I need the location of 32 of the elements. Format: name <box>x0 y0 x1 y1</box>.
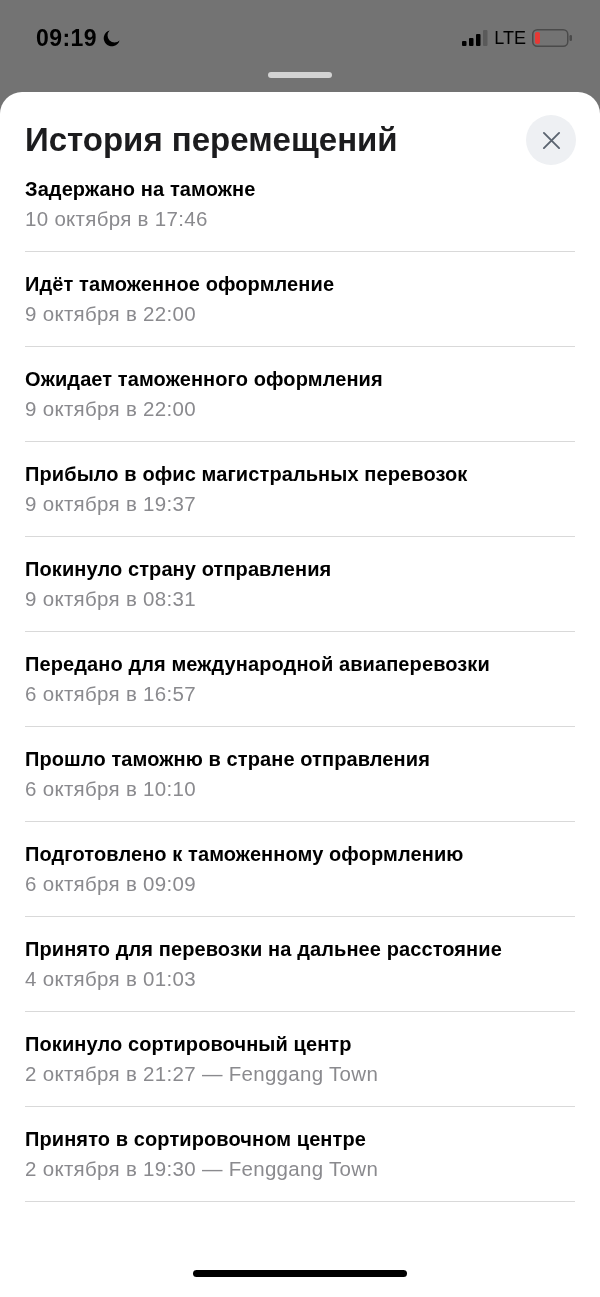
sheet-grabber[interactable] <box>268 72 332 78</box>
event-title: Прибыло в офис магистральных перевозок <box>25 462 469 486</box>
event-date: 6 октября в 16:57 <box>25 681 197 707</box>
event-title: Покинуло страну отправления <box>25 557 333 581</box>
close-icon <box>541 130 561 150</box>
event-date: 6 октября в 10:10 <box>25 776 197 802</box>
signal-icon <box>462 30 489 46</box>
event-date: 9 октября в 19:37 <box>25 491 197 517</box>
event-title: Подготовлено к таможенному оформлению <box>25 842 465 866</box>
moon-icon <box>101 28 121 48</box>
home-indicator[interactable] <box>193 1270 407 1277</box>
event-title: Прошло таможню в стране отправления <box>25 747 431 771</box>
battery-icon <box>532 29 572 47</box>
event-title: Идёт таможенное оформление <box>25 272 336 296</box>
network-label: LTE <box>494 27 526 49</box>
event-title: Принято для перевозки на дальнее расстояние <box>25 937 503 961</box>
close-button[interactable] <box>526 115 576 165</box>
event-date: 6 октября в 09:09 <box>25 871 197 897</box>
event-date: 10 октября в 17:46 <box>25 206 209 232</box>
event-date: 2 октября в 21:27 — Fenggang Town <box>25 1061 380 1087</box>
event-title: Принято в сортировочном центре <box>25 1127 367 1151</box>
event-date: 9 октября в 22:00 <box>25 396 197 422</box>
event-date: 2 октября в 19:30 — Fenggang Town <box>25 1156 380 1182</box>
status-time: 09:19 <box>36 24 97 52</box>
event-title: Ожидает таможенного оформления <box>25 367 384 391</box>
event-title: Передано для международной авиаперевозки <box>25 652 491 676</box>
event-date: 4 октября в 01:03 <box>25 966 197 992</box>
event-date: 9 октября в 22:00 <box>25 301 197 327</box>
sheet-title: История перемещений <box>25 120 398 160</box>
event-title: Покинуло сортировочный центр <box>25 1032 353 1056</box>
event-title: Задержано на таможне <box>25 177 257 201</box>
event-date: 9 октября в 08:31 <box>25 586 197 612</box>
